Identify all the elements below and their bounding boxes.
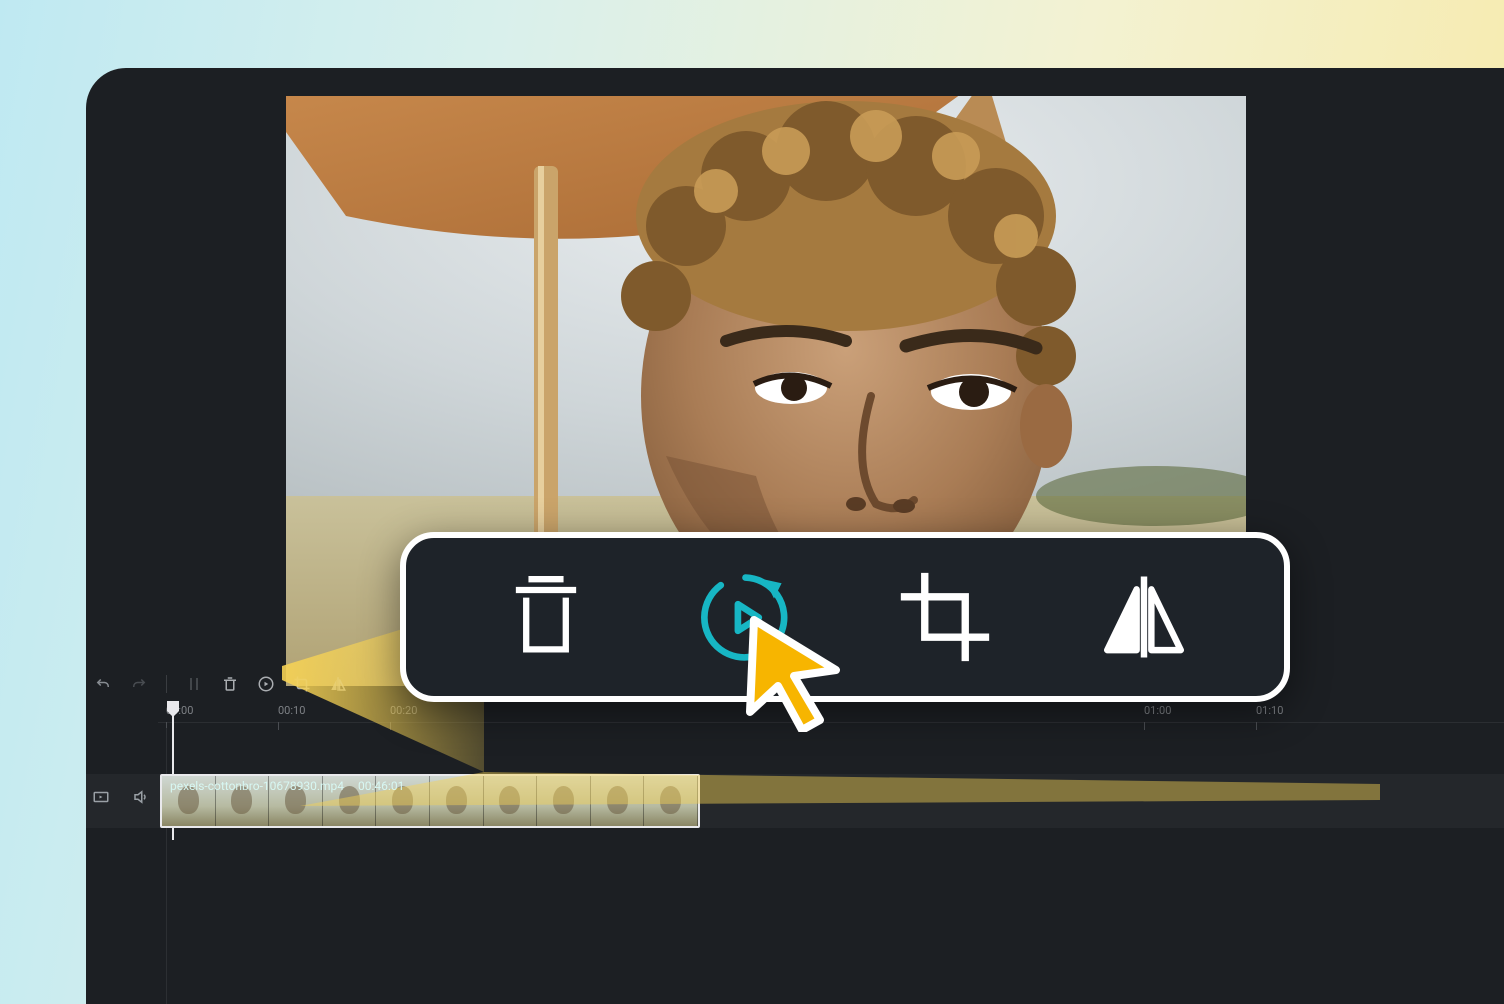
- separator: [166, 675, 167, 693]
- ruler-tick: 00:00: [166, 704, 193, 717]
- ruler-tick: 01:00: [1144, 704, 1171, 717]
- timeline-clip[interactable]: pexels-cottonbro-10678930.mp4 00:46:01: [160, 774, 700, 828]
- speed-icon[interactable]: [257, 675, 275, 693]
- ruler-tick: 00:10: [278, 704, 305, 717]
- delete-icon[interactable]: [221, 675, 239, 693]
- undo-icon[interactable]: [94, 675, 112, 693]
- track-controls: [92, 788, 150, 806]
- ruler-tick: 01:10: [1256, 704, 1283, 717]
- ruler-tick: 00:20: [390, 704, 417, 717]
- clip-filename: pexels-cottonbro-10678930.mp4: [170, 779, 344, 793]
- clip-duration: 00:46:01: [358, 779, 404, 793]
- speed-button[interactable]: [695, 567, 795, 667]
- time-ruler[interactable]: 00:00 00:10 00:20 01:00 01:10: [158, 704, 1504, 732]
- redo-icon[interactable]: [130, 675, 148, 693]
- delete-button[interactable]: [496, 567, 596, 667]
- crop-button[interactable]: [895, 567, 995, 667]
- toolbar-callout: [400, 532, 1290, 702]
- split-icon[interactable]: [185, 675, 203, 693]
- crop-icon[interactable]: [293, 675, 311, 693]
- playhead-guide: [166, 728, 167, 1004]
- mirror-icon[interactable]: [329, 675, 347, 693]
- mirror-button[interactable]: [1094, 567, 1194, 667]
- audio-track-icon[interactable]: [132, 788, 150, 806]
- timeline-toolbar: [94, 664, 347, 704]
- video-track-icon[interactable]: [92, 788, 110, 806]
